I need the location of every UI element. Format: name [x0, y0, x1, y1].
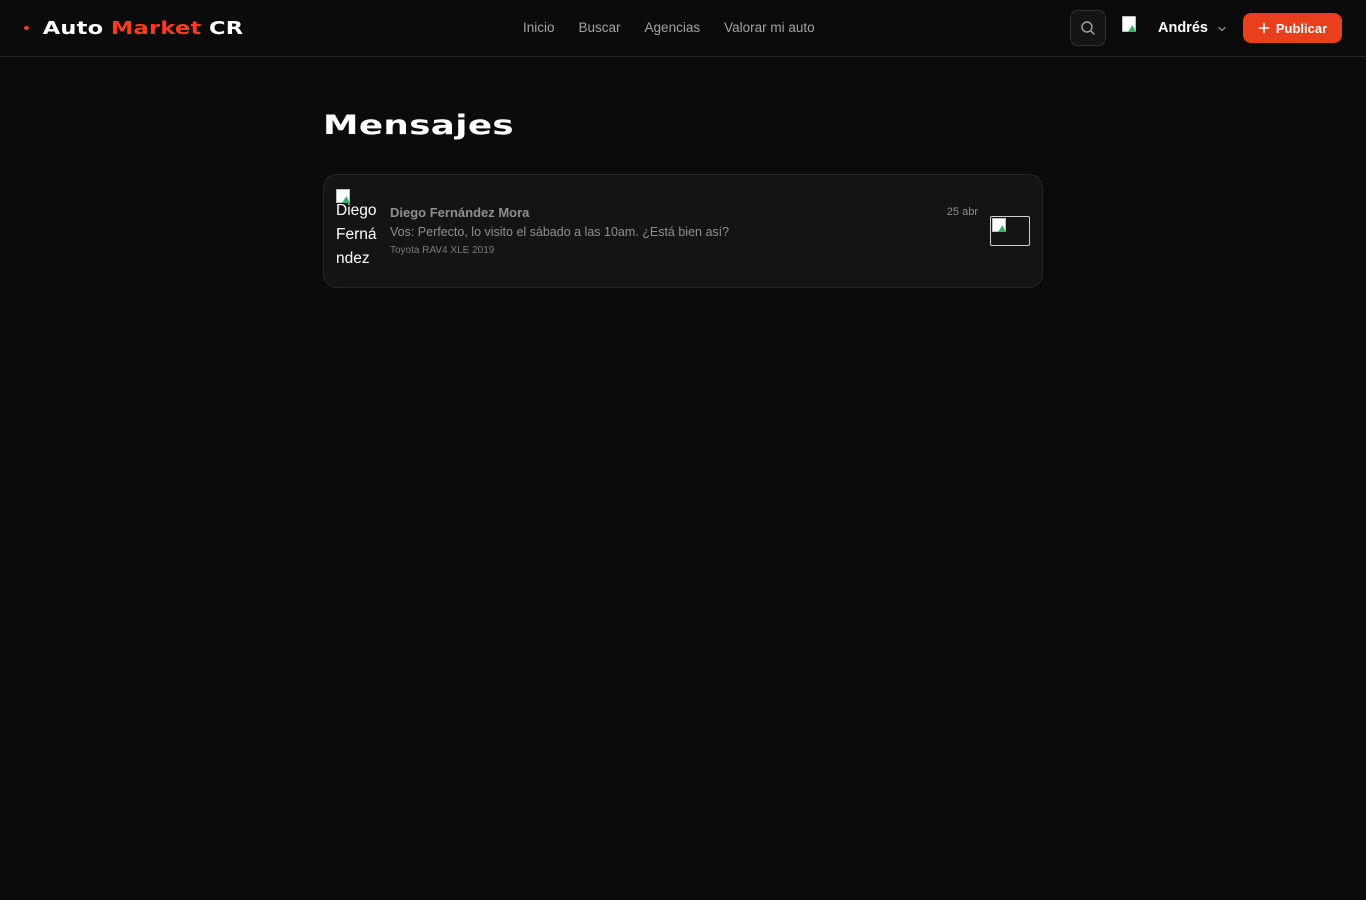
- nav-link-inicio[interactable]: Inicio: [523, 18, 555, 38]
- contact-name: Diego Fernández Mora: [390, 205, 530, 220]
- last-message-preview: Vos: Perfecto, lo visito el sábado a las…: [390, 225, 730, 239]
- broken-image-icon: [992, 218, 1006, 232]
- avatar: [1121, 14, 1143, 42]
- conversation-item[interactable]: Diego Fernández Mora Diego Fernández Mor…: [323, 174, 1043, 288]
- brand-logo[interactable]: Auto Market CR: [24, 16, 243, 40]
- main-nav: Inicio Buscar Agencias Valorar mi auto: [523, 18, 815, 38]
- nav-link-buscar[interactable]: Buscar: [579, 18, 621, 38]
- user-menu[interactable]: Andrés: [1121, 12, 1227, 44]
- search-icon: [1081, 21, 1095, 35]
- broken-image-icon: [1122, 16, 1136, 32]
- nav-link-valorar-mi-auto[interactable]: Valorar mi auto: [724, 18, 815, 38]
- vehicle-title: Toyota RAV4 XLE 2019: [390, 245, 495, 256]
- search-button[interactable]: [1070, 10, 1106, 46]
- brand-dot: [24, 26, 29, 30]
- nav-link-agencias[interactable]: Agencias: [645, 18, 701, 38]
- brand-word-market: Market: [110, 17, 202, 39]
- brand-word-cr: CR: [208, 17, 244, 39]
- chevron-down-icon: [1218, 26, 1226, 32]
- brand-word-auto: Auto: [42, 17, 104, 39]
- vehicle-thumbnail: [990, 216, 1030, 246]
- user-name: Andrés: [1158, 20, 1208, 36]
- contact-avatar: Diego Fernández Mora: [336, 189, 382, 275]
- publish-button-label: Publicar: [1275, 20, 1328, 36]
- publish-button[interactable]: Publicar: [1243, 13, 1342, 43]
- page-title: Mensajes: [323, 110, 515, 141]
- top-navigation-bar: Auto Market CR Inicio Buscar Agencias Va…: [0, 0, 1366, 57]
- message-date: 25 abr: [946, 206, 978, 218]
- contact-avatar-alt-text: Diego Fernández Mora: [336, 202, 377, 275]
- broken-image-icon: [336, 189, 350, 203]
- plus-icon: [1258, 22, 1270, 34]
